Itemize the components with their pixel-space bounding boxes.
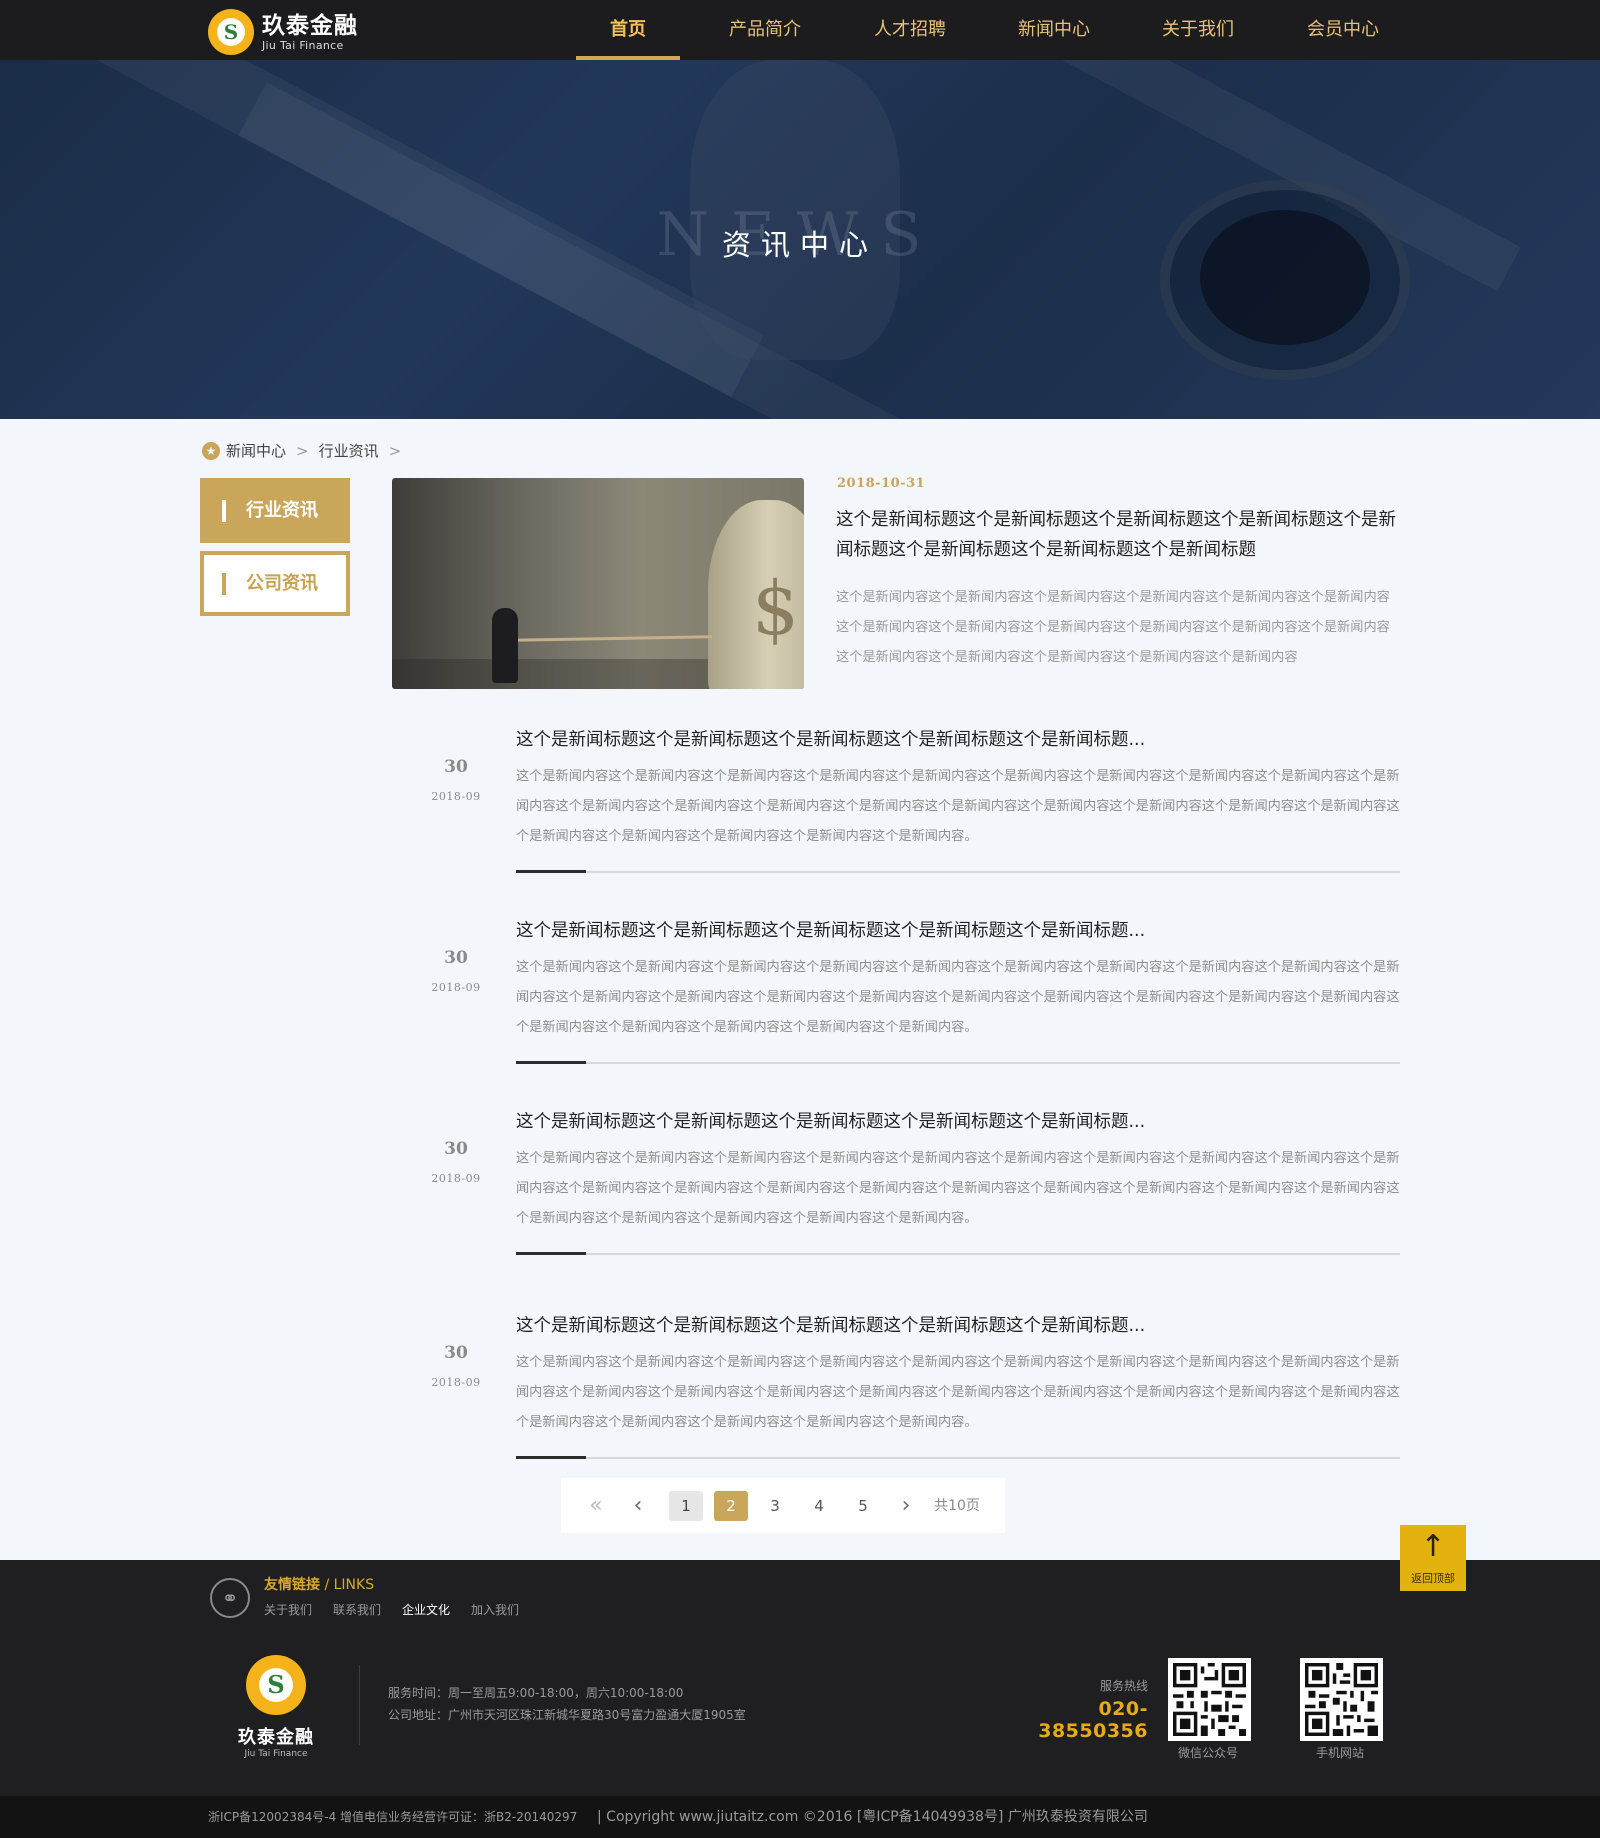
back-to-top-button[interactable]: ↑ 返回顶部	[1400, 1525, 1466, 1591]
icp-license: 浙ICP备12002384号-4 增值电信业务经营许可证：浙B2-2014029…	[208, 1810, 578, 1824]
footer-link-contact[interactable]: 联系我们	[333, 1601, 381, 1618]
star-icon: ★	[202, 441, 220, 460]
news-day: 30	[444, 757, 468, 777]
main-nav: 首页 产品简介 人才招聘 新闻中心 关于我们 会员中心	[576, 0, 1428, 60]
news-summary: 这个是新闻内容这个是新闻内容这个是新闻内容这个是新闻内容这个是新闻内容这个是新闻…	[516, 960, 1400, 1035]
page-2-button[interactable]: 2	[714, 1491, 748, 1521]
sidebar-item-label: 公司资讯	[246, 573, 318, 594]
logo-mark-icon	[246, 1655, 306, 1715]
nav-home[interactable]: 首页	[576, 0, 680, 60]
copyright-bar: 浙ICP备12002384号-4 增值电信业务经营许可证：浙B2-2014029…	[0, 1796, 1600, 1838]
nav-about[interactable]: 关于我们	[1138, 0, 1258, 60]
mobile-qr-caption: 手机网站	[1315, 1746, 1364, 1760]
banner-title: 资讯中心	[721, 228, 878, 262]
news-title[interactable]: 这个是新闻标题这个是新闻标题这个是新闻标题这个是新闻标题这个是新闻标题...	[516, 1312, 1400, 1337]
page-5-button[interactable]: 5	[846, 1491, 880, 1521]
wechat-qr-caption: 微信公众号	[1177, 1746, 1238, 1760]
sidebar-item-label: 行业资讯	[246, 500, 318, 521]
news-year-month: 2018-09	[431, 981, 481, 994]
news-divider	[516, 1456, 1400, 1459]
news-divider	[516, 1061, 1400, 1064]
nav-careers[interactable]: 人才招聘	[850, 0, 970, 60]
news-day: 30	[444, 1343, 468, 1363]
logo-mark-icon	[208, 9, 254, 55]
news-day: 30	[444, 1139, 468, 1159]
featured-title[interactable]: 这个是新闻标题这个是新闻标题这个是新闻标题这个是新闻标题这个是新闻标题这个是新闻…	[836, 505, 1398, 565]
news-summary: 这个是新闻内容这个是新闻内容这个是新闻内容这个是新闻内容这个是新闻内容这个是新闻…	[516, 769, 1400, 844]
news-title[interactable]: 这个是新闻标题这个是新闻标题这个是新闻标题这个是新闻标题这个是新闻标题...	[516, 917, 1400, 942]
hotline-label: 服务热线	[1099, 1679, 1148, 1693]
link-icon: ⚭	[210, 1578, 250, 1618]
company-address: 公司地址：广州市天河区珠江新城华夏路30号富力盈通大厦1905室	[388, 1708, 746, 1722]
footer-link-culture[interactable]: 企业文化	[402, 1601, 450, 1618]
footer-logo: 玖泰金融 Jiu Tai Finance	[236, 1655, 316, 1759]
prev-page-icon[interactable]: ‹	[626, 1491, 650, 1521]
footer-logo-en: Jiu Tai Finance	[244, 1749, 308, 1759]
footer-logo-cn: 玖泰金融	[238, 1727, 314, 1748]
nav-news[interactable]: 新闻中心	[970, 0, 1138, 60]
page-total: 共10页	[934, 1498, 980, 1514]
hotline-number: 020-38550356	[1038, 1698, 1148, 1742]
logo-name-en: Jiu Tai Finance	[262, 38, 344, 52]
links-title-cn: 友情链接	[264, 1577, 320, 1593]
footer-links: 关于我们 联系我们 企业文化 加入我们	[264, 1601, 540, 1618]
footer-divider	[359, 1665, 360, 1745]
news-summary: 这个是新闻内容这个是新闻内容这个是新闻内容这个是新闻内容这个是新闻内容这个是新闻…	[516, 1355, 1400, 1430]
featured-date: 2018-10-31	[837, 476, 926, 491]
page-1-button[interactable]: 1	[669, 1491, 703, 1521]
news-year-month: 2018-09	[431, 1376, 481, 1389]
pagination: « ‹ 1 2 3 4 5 › 共10页	[561, 1478, 1005, 1533]
dollar-icon: $	[752, 566, 800, 652]
service-hours: 服务时间：周一至周五9:00-18:00，周六10:00-18:00	[388, 1686, 684, 1700]
hero-banner: NEWS 资讯中心	[0, 60, 1600, 419]
news-title[interactable]: 这个是新闻标题这个是新闻标题这个是新闻标题这个是新闻标题这个是新闻标题...	[516, 1108, 1400, 1133]
breadcrumb: ★ 新闻中心 > 行业资讯 >	[202, 440, 411, 461]
news-divider	[516, 870, 1400, 873]
footer-link-join[interactable]: 加入我们	[471, 1601, 519, 1618]
site-logo[interactable]: 玖泰金融 Jiu Tai Finance	[208, 9, 358, 55]
logo-name-cn: 玖泰金融	[262, 12, 358, 39]
nav-member[interactable]: 会员中心	[1258, 0, 1428, 60]
sidebar-item-industry-news[interactable]: 行业资讯	[200, 478, 350, 543]
chevron-right-icon: >	[388, 441, 402, 460]
news-year-month: 2018-09	[431, 1172, 481, 1185]
page-4-button[interactable]: 4	[802, 1491, 836, 1521]
news-day: 30	[444, 948, 468, 968]
links-title-en: / LINKS	[320, 1577, 375, 1593]
news-divider	[516, 1252, 1400, 1255]
page-3-button[interactable]: 3	[758, 1491, 792, 1521]
rope-graphic	[511, 635, 713, 642]
qr-code-icon	[1173, 1663, 1246, 1736]
news-title[interactable]: 这个是新闻标题这个是新闻标题这个是新闻标题这个是新闻标题这个是新闻标题...	[516, 726, 1400, 751]
copyright-text: | Copyright www.jiutaitz.com ©2016 [粤ICP…	[597, 1809, 1148, 1825]
footer-info: 服务时间：周一至周五9:00-18:00，周六10:00-18:00 公司地址：…	[388, 1682, 746, 1726]
breadcrumb-item-news[interactable]: 新闻中心	[226, 440, 286, 461]
mobile-site-qr-code	[1300, 1658, 1383, 1741]
wechat-qr-code	[1168, 1658, 1251, 1741]
businessman-graphic	[492, 608, 518, 683]
next-page-icon[interactable]: ›	[894, 1491, 918, 1521]
nav-products[interactable]: 产品简介	[680, 0, 850, 60]
footer-link-about[interactable]: 关于我们	[264, 1601, 312, 1618]
chevron-right-icon: >	[296, 441, 309, 460]
featured-summary: 这个是新闻内容这个是新闻内容这个是新闻内容这个是新闻内容这个是新闻内容这个是新闻…	[836, 590, 1390, 665]
breadcrumb-item-industry[interactable]: 行业资讯	[319, 440, 379, 461]
logo-text: 玖泰金融 Jiu Tai Finance	[262, 13, 358, 52]
featured-news-image[interactable]: $	[392, 478, 804, 689]
qr-code-icon	[1305, 1663, 1378, 1736]
arrow-up-icon: ↑	[1420, 1529, 1446, 1564]
news-summary: 这个是新闻内容这个是新闻内容这个是新闻内容这个是新闻内容这个是新闻内容这个是新闻…	[516, 1151, 1400, 1226]
sidebar-item-company-news[interactable]: 公司资讯	[200, 551, 350, 616]
back-to-top-label: 返回顶部	[1411, 1572, 1455, 1585]
top-navbar: 玖泰金融 Jiu Tai Finance 首页 产品简介 人才招聘 新闻中心 关…	[0, 0, 1600, 60]
first-page-icon[interactable]: «	[584, 1491, 608, 1521]
news-year-month: 2018-09	[431, 790, 481, 803]
links-title: 友情链接 / LINKS	[264, 1574, 374, 1594]
